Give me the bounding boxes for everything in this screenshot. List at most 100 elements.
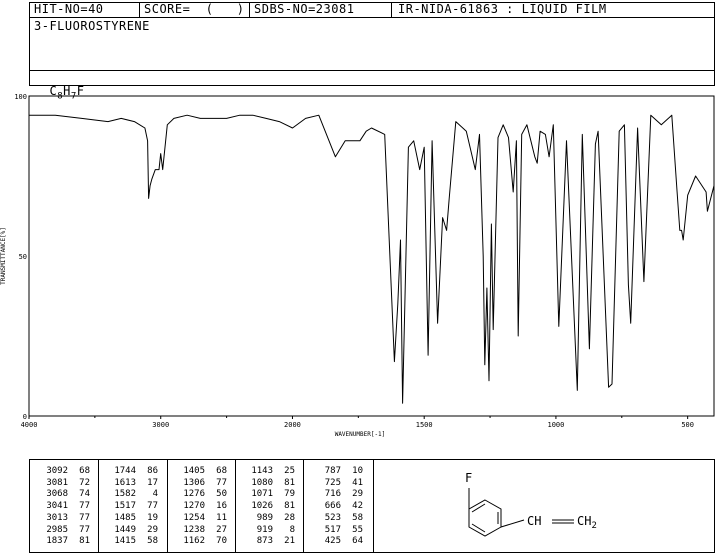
structure-drawing: F CH CH2 xyxy=(465,471,597,537)
peak-transmittance: 10 xyxy=(352,466,363,476)
peak-row: 716 29 xyxy=(311,489,363,501)
peak-transmittance: 58 xyxy=(147,536,158,547)
peak-transmittance: 8 xyxy=(289,524,295,535)
peak-transmittance: 16 xyxy=(216,501,227,512)
y-tick-label: 100 xyxy=(14,93,27,101)
vinyl-ch-label: CH xyxy=(527,514,541,528)
peak-wavenumber: 1837 xyxy=(46,536,68,547)
peak-row: 1080 81 xyxy=(243,478,295,490)
peak-row: 919 8 xyxy=(243,525,295,537)
peak-transmittance: 41 xyxy=(352,477,363,488)
peak-row: 1026 81 xyxy=(243,501,295,513)
peak-transmittance: 77 xyxy=(79,512,90,523)
peak-wavenumber: 1449 xyxy=(114,524,136,535)
peak-transmittance: 25 xyxy=(284,466,295,476)
peak-column: 1744 86 1613 17 1582 4 1517 77 1485 19 1449 29 1415 5… xyxy=(106,466,158,548)
peak-transmittance: 42 xyxy=(352,501,363,512)
peak-column: 787 10 725 41 716 29 666 42 523 58 517 55 425 64 xyxy=(311,466,363,548)
peak-transmittance: 29 xyxy=(352,489,363,500)
peak-row: 425 64 xyxy=(311,536,363,548)
peak-wavenumber: 1162 xyxy=(183,536,205,547)
peak-row: 3013 77 xyxy=(38,513,90,525)
peak-row: 666 42 xyxy=(311,501,363,513)
peak-wavenumber: 1270 xyxy=(183,501,205,512)
peak-transmittance: 27 xyxy=(216,524,227,535)
score: SCORE= ( ) xyxy=(144,2,245,16)
peak-transmittance: 28 xyxy=(284,512,295,523)
peak-wavenumber: 989 xyxy=(256,512,273,523)
peak-transmittance: 77 xyxy=(79,524,90,535)
ch2-subscript: 2 xyxy=(591,521,596,531)
peak-transmittance: 55 xyxy=(352,524,363,535)
peak-transmittance: 81 xyxy=(284,501,295,512)
peak-wavenumber: 1238 xyxy=(183,524,205,535)
ir-method: IR-NIDA-61863 : LIQUID FILM xyxy=(398,2,607,16)
peak-transmittance: 11 xyxy=(216,512,227,523)
hit-number: HIT-NO=40 xyxy=(34,2,104,16)
peak-wavenumber: 1143 xyxy=(251,466,273,476)
peak-row: 1143 25 xyxy=(243,466,295,478)
peak-wavenumber: 3013 xyxy=(46,512,68,523)
peak-transmittance: 74 xyxy=(79,489,90,500)
peak-row: 1276 50 xyxy=(175,489,227,501)
peak-transmittance: 21 xyxy=(284,536,295,547)
peak-wavenumber: 725 xyxy=(324,477,341,488)
peak-wavenumber: 1080 xyxy=(251,477,273,488)
peak-transmittance: 81 xyxy=(79,536,90,547)
peak-wavenumber: 716 xyxy=(324,489,341,500)
peak-column-divider xyxy=(235,460,236,552)
peak-transmittance: 86 xyxy=(147,466,158,476)
peak-wavenumber: 1744 xyxy=(114,466,136,476)
peak-wavenumber: 517 xyxy=(324,524,341,535)
header-divider xyxy=(139,2,140,18)
x-tick-label: 4000 xyxy=(21,421,38,429)
peak-row: 2985 77 xyxy=(38,525,90,537)
x-tick-label: 2000 xyxy=(284,421,301,429)
peak-row: 873 21 xyxy=(243,536,295,548)
peak-column: 3092 68 3081 72 3068 74 3041 77 3013 77 2985 77 1837… xyxy=(38,466,90,548)
peak-wavenumber: 666 xyxy=(324,501,341,512)
peak-wavenumber: 1276 xyxy=(183,489,205,500)
peak-column-divider xyxy=(303,460,304,552)
peak-transmittance: 64 xyxy=(352,536,363,547)
sdbs-number: SDBS-NO=23081 xyxy=(254,2,355,16)
peak-row: 517 55 xyxy=(311,525,363,537)
peak-transmittance: 70 xyxy=(216,536,227,547)
peak-column-divider xyxy=(167,460,168,552)
peak-transmittance: 4 xyxy=(152,489,158,500)
peak-transmittance: 17 xyxy=(147,477,158,488)
peak-transmittance: 50 xyxy=(216,489,227,500)
peak-row: 523 58 xyxy=(311,513,363,525)
peak-row: 1405 68 xyxy=(175,466,227,478)
peak-row: 1485 19 xyxy=(106,513,158,525)
peak-wavenumber: 3068 xyxy=(46,489,68,500)
peak-row: 787 10 xyxy=(311,466,363,478)
x-tick-label: 1500 xyxy=(416,421,433,429)
plot-frame xyxy=(28,95,715,417)
peak-row: 1270 16 xyxy=(175,501,227,513)
peak-row: 1517 77 xyxy=(106,501,158,513)
peak-table: 3092 68 3081 72 3068 74 3041 77 3013 77 2985 77 1837… xyxy=(29,459,374,553)
header-divider xyxy=(391,2,392,18)
peak-wavenumber: 1582 xyxy=(114,489,136,500)
peak-wavenumber: 1613 xyxy=(114,477,136,488)
peak-row: 1306 77 xyxy=(175,478,227,490)
peak-transmittance: 77 xyxy=(147,501,158,512)
peak-column: 1405 68 1306 77 1276 50 1270 16 1254 11 1238 27 1162… xyxy=(175,466,227,548)
peak-row: 1744 86 xyxy=(106,466,158,478)
peak-transmittance: 68 xyxy=(216,466,227,476)
peak-wavenumber: 1517 xyxy=(114,501,136,512)
peak-transmittance: 29 xyxy=(147,524,158,535)
peak-wavenumber: 2985 xyxy=(46,524,68,535)
x-axis-label: WAVENUMBER[-1] xyxy=(335,431,386,438)
peak-transmittance: 68 xyxy=(79,466,90,476)
peak-row: 1837 81 xyxy=(38,536,90,548)
peak-row: 3092 68 xyxy=(38,466,90,478)
ring-vinyl-bond xyxy=(500,519,525,528)
peak-row: 3041 77 xyxy=(38,501,90,513)
peak-column-divider xyxy=(98,460,99,552)
peak-transmittance: 77 xyxy=(79,501,90,512)
peak-row: 1254 11 xyxy=(175,513,227,525)
x-tick-label: 1000 xyxy=(547,421,564,429)
peak-wavenumber: 919 xyxy=(256,524,273,535)
